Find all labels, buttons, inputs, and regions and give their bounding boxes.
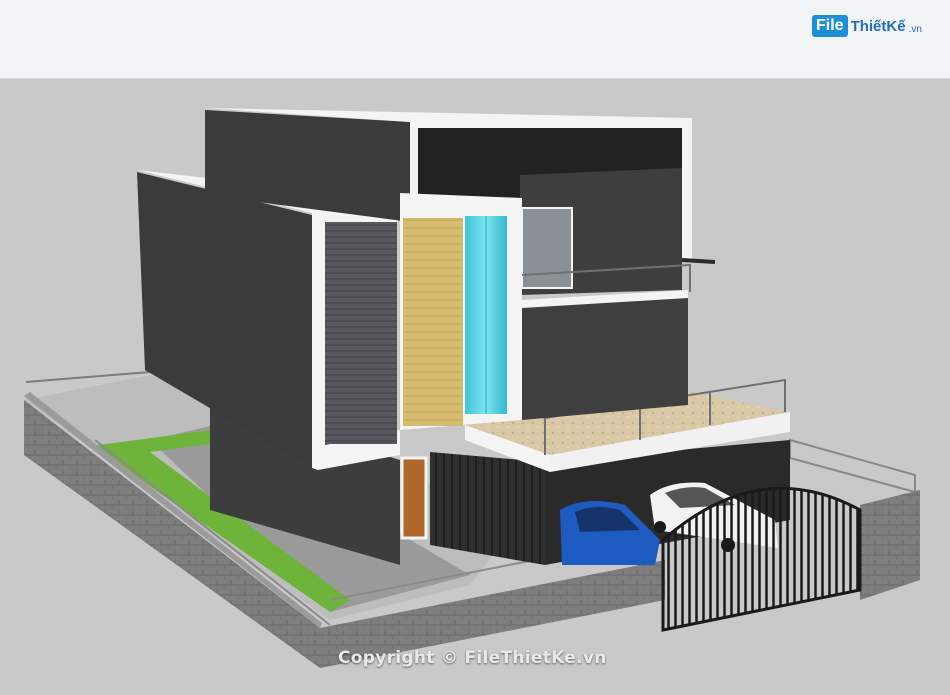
- copyright-watermark: Copyright © FileThietKe.vn: [338, 648, 607, 668]
- top-banner: File ThiếtKế .vn: [0, 0, 950, 79]
- right-fence: [789, 438, 916, 494]
- right-boundary-wall: [860, 490, 920, 600]
- logo-name: ThiếtKế: [850, 17, 906, 35]
- balcony-canopy: [681, 258, 716, 264]
- balcony-front-wall: [522, 295, 688, 420]
- site-logo[interactable]: File ThiếtKế .vn: [812, 12, 922, 40]
- house-3d-model-render: [24, 108, 920, 668]
- rear-window: [521, 207, 573, 289]
- logo-file-box: File: [812, 15, 848, 37]
- center-bay: [400, 193, 522, 430]
- wood-panel: [403, 218, 463, 426]
- louver-panel: [325, 222, 397, 444]
- logo-suffix: .vn: [908, 23, 922, 35]
- entry-door[interactable]: [400, 456, 428, 540]
